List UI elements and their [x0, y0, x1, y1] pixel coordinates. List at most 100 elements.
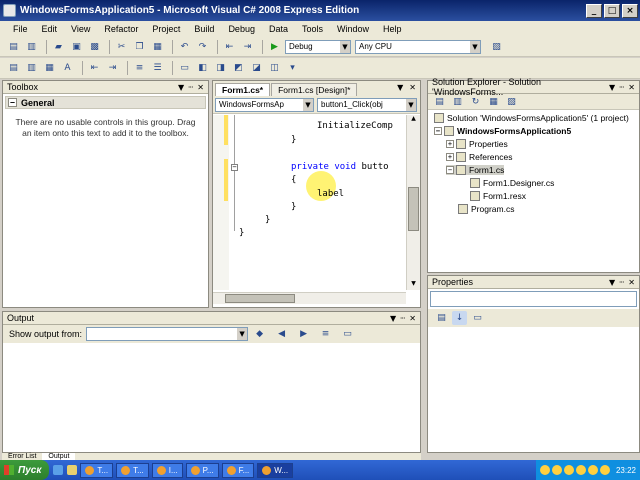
previous-bookmark-icon[interactable]: ◧ — [195, 61, 210, 75]
menu-tools[interactable]: Tools — [295, 24, 330, 34]
view-code-icon[interactable]: ▦ — [486, 95, 501, 109]
scroll-down-icon[interactable]: ▼ — [408, 280, 419, 290]
undo-icon[interactable]: ↶ — [177, 40, 192, 54]
taskbar-item[interactable]: I... — [151, 462, 183, 478]
menu-project[interactable]: Project — [145, 24, 187, 34]
menu-window[interactable]: Window — [330, 24, 376, 34]
menu-file[interactable]: File — [6, 24, 35, 34]
tree-node-form1-resx[interactable]: Form1.resx — [470, 191, 526, 201]
tray-icon[interactable] — [575, 465, 586, 475]
properties-icon[interactable]: ▤ — [432, 95, 447, 109]
close-icon[interactable]: ✕ — [628, 83, 635, 92]
next-message-icon[interactable]: ▶ — [296, 327, 311, 341]
open-file-icon[interactable]: ▰ — [51, 40, 66, 54]
paste-icon[interactable]: ▦ — [150, 40, 165, 54]
word-completion-icon[interactable]: A — [60, 61, 75, 75]
redo-icon[interactable]: ↷ — [195, 40, 210, 54]
taskbar-item[interactable]: P... — [185, 462, 219, 478]
find-in-files-icon[interactable]: ▧ — [489, 40, 504, 54]
menu-view[interactable]: View — [64, 24, 97, 34]
taskbar-item[interactable]: F... — [221, 462, 255, 478]
toolbar-options-icon[interactable]: ▾ — [285, 61, 300, 75]
alphabetical-icon[interactable]: ↓ — [452, 311, 467, 325]
next-bookmark-icon[interactable]: ◨ — [213, 61, 228, 75]
clear-all-icon[interactable]: ≡ — [318, 327, 333, 341]
types-dropdown[interactable]: WindowsFormsAp ▼ — [215, 97, 314, 112]
taskbar-item-active[interactable]: W... — [257, 462, 294, 478]
volume-icon[interactable] — [599, 465, 610, 475]
dropdown-icon[interactable]: ▼ — [390, 314, 396, 323]
property-pages-icon[interactable]: ▭ — [470, 311, 485, 325]
dropdown-icon[interactable]: ▼ — [178, 83, 184, 92]
tree-node-program[interactable]: Program.cs — [458, 204, 514, 214]
close-icon[interactable]: ✕ — [628, 278, 635, 287]
previous-bookmark-folder-icon[interactable]: ◩ — [231, 61, 246, 75]
increase-indent-icon[interactable]: ⇥ — [105, 61, 120, 75]
menu-build[interactable]: Build — [187, 24, 221, 34]
save-icon[interactable]: ▣ — [69, 40, 84, 54]
scroll-up-icon[interactable]: ▲ — [408, 115, 419, 125]
quick-launch-desktop-icon[interactable] — [67, 465, 78, 475]
tray-icon[interactable] — [587, 465, 598, 475]
close-icon[interactable]: ✕ — [409, 314, 416, 323]
tree-node-project[interactable]: − WindowsFormsApplication5 — [434, 126, 571, 136]
next-bookmark-folder-icon[interactable]: ◪ — [249, 61, 264, 75]
toggle-bookmark-icon[interactable]: ▭ — [177, 61, 192, 75]
dropdown-icon[interactable]: ▼ — [609, 278, 615, 287]
tray-icon[interactable] — [539, 465, 550, 475]
close-icon[interactable]: ✕ — [197, 83, 204, 92]
dropdown-icon[interactable]: ▼ — [609, 83, 615, 92]
taskbar-item[interactable]: T... — [116, 462, 149, 478]
menu-refactor[interactable]: Refactor — [97, 24, 145, 34]
solution-platform-select[interactable]: Any CPU ▼ — [355, 39, 481, 54]
editor-horizontal-scrollbar[interactable] — [213, 292, 406, 304]
copy-icon[interactable]: ❐ — [132, 40, 147, 54]
tray-icon[interactable] — [563, 465, 574, 475]
toggle-word-wrap-icon[interactable]: ▭ — [340, 327, 355, 341]
show-all-files-icon[interactable]: ▥ — [450, 95, 465, 109]
scroll-thumb[interactable] — [225, 294, 295, 303]
start-button[interactable]: Пуск — [0, 460, 50, 480]
previous-message-icon[interactable]: ◀ — [274, 327, 289, 341]
tab-list-icon[interactable]: ▼ — [397, 83, 403, 92]
scroll-thumb[interactable] — [408, 187, 419, 231]
editor-vertical-scrollbar[interactable]: ▲ ▼ — [406, 115, 420, 290]
collapse-icon[interactable]: − — [446, 166, 454, 174]
tree-node-properties[interactable]: + Properties — [446, 139, 508, 149]
pin-icon[interactable]: ⵈ — [619, 278, 624, 287]
solution-configuration-select[interactable]: Debug ▼ — [285, 39, 351, 54]
save-all-icon[interactable]: ▩ — [87, 40, 102, 54]
tree-node-form1[interactable]: − Form1.cs — [446, 165, 505, 175]
categorized-icon[interactable]: ▤ — [434, 311, 449, 325]
expand-icon[interactable]: + — [446, 153, 454, 161]
output-source-select[interactable]: ▼ — [86, 327, 249, 341]
collapse-icon[interactable]: − — [434, 127, 442, 135]
display-object-member-list-icon[interactable]: ▤ — [6, 61, 21, 75]
menu-data[interactable]: Data — [262, 24, 295, 34]
clear-bookmarks-icon[interactable]: ◫ — [267, 61, 282, 75]
navigate-forward-icon[interactable]: ⇥ — [240, 40, 255, 54]
tree-node-solution[interactable]: Solution 'WindowsFormsApplication5' (1 p… — [434, 113, 629, 123]
code-text-area[interactable]: − InitializeComp } private void butto { … — [213, 115, 406, 290]
members-dropdown[interactable]: button1_Click(obj ▼ — [317, 97, 417, 112]
tab-form1-cs[interactable]: Form1.cs* — [215, 83, 271, 96]
quick-launch-ie-icon[interactable] — [53, 465, 64, 475]
parameter-info-icon[interactable]: ▥ — [24, 61, 39, 75]
new-project-icon[interactable]: ▤ — [6, 40, 21, 54]
comment-lines-icon[interactable]: ≡ — [132, 61, 147, 75]
menu-edit[interactable]: Edit — [35, 24, 65, 34]
view-designer-icon[interactable]: ▧ — [504, 95, 519, 109]
collapse-icon[interactable]: − — [8, 98, 17, 107]
start-debugging-icon[interactable]: ▶ — [267, 40, 282, 54]
quick-info-icon[interactable]: ▦ — [42, 61, 57, 75]
add-item-icon[interactable]: ▥ — [24, 40, 39, 54]
uncomment-lines-icon[interactable]: ☰ — [150, 61, 165, 75]
find-message-icon[interactable]: ◆ — [252, 327, 267, 341]
menu-debug[interactable]: Debug — [221, 24, 262, 34]
toolbox-group-general[interactable]: − General — [5, 96, 206, 109]
pin-icon[interactable]: ⵈ — [619, 83, 624, 92]
expand-icon[interactable]: + — [446, 140, 454, 148]
tree-node-references[interactable]: + References — [446, 152, 512, 162]
taskbar-item[interactable]: T... — [80, 462, 114, 478]
system-clock[interactable]: 23:22 — [616, 466, 636, 475]
